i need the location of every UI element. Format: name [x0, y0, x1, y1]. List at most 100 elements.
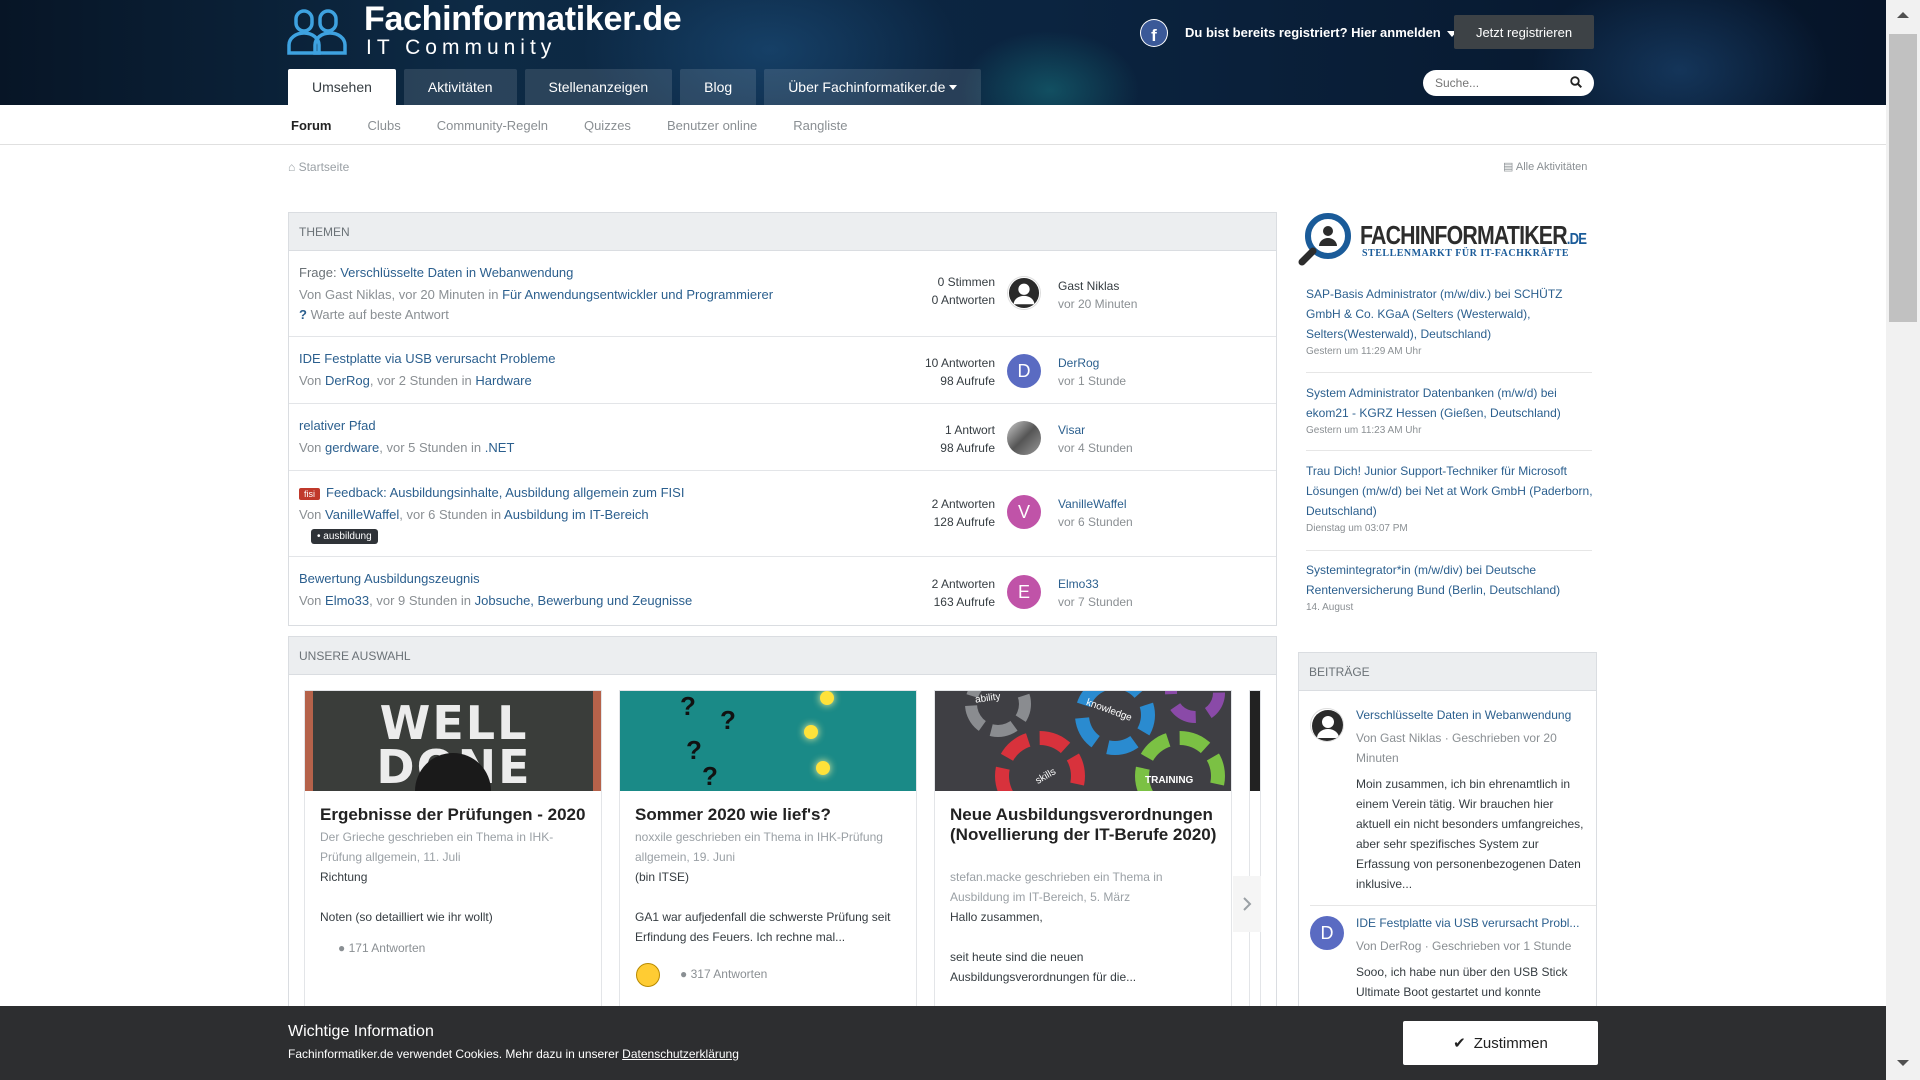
divider [1306, 550, 1592, 551]
topic-meta: Von gerdware, vor 5 Stunden in .NET [299, 440, 514, 455]
featured-card[interactable]: ability knowledge skills TRAINING Neue A… [934, 690, 1232, 1010]
logo-subtitle: IT Community [366, 36, 557, 59]
register-button[interactable]: Jetzt registrieren [1454, 15, 1594, 49]
search-icon[interactable] [1570, 76, 1582, 88]
avatar[interactable] [1007, 276, 1041, 310]
post-excerpt: Sooo, ich habe nun über den USB Stick Ul… [1356, 965, 1568, 999]
card-title[interactable]: Ergebnisse der Prüfungen - 2020 [320, 805, 590, 825]
topic-title[interactable]: Feedback: Ausbildungsinhalte, Ausbildung… [326, 485, 684, 500]
topic-byline: Von Gast Niklas, vor 20 Minuten in [299, 287, 499, 302]
topic-title[interactable]: IDE Festplatte via USB verursacht Proble… [299, 351, 556, 366]
topic-forum-link[interactable]: Für Anwendungsentwickler und Programmier… [502, 287, 773, 302]
job-title[interactable]: Trau Dich! Junior Support-Techniker für … [1306, 461, 1596, 521]
tab-blog[interactable]: Blog [680, 69, 757, 105]
topic-row: Frage: Verschlüsselte Daten in Webanwend… [289, 251, 1276, 337]
topics-heading: THEMEN [289, 213, 1276, 251]
breadcrumb[interactable]: ⌂ Startseite [288, 160, 349, 174]
accept-cookies-button[interactable]: ✔ Zustimmen [1403, 1021, 1598, 1065]
card-title[interactable]: Sommer 2020 wie lief's? [635, 805, 905, 825]
topic-when: , vor 5 Stunden in [379, 440, 482, 455]
topic-title[interactable]: relativer Pfad [299, 418, 376, 433]
topic-forum-link[interactable]: Hardware [475, 373, 531, 388]
page-scrollbar[interactable] [1886, 0, 1920, 1080]
card-excerpt: (bin ITSE) [635, 870, 690, 884]
last-poster[interactable]: Elmo33 [1058, 575, 1133, 593]
card-replies[interactable]: ● 171 Antworten [338, 941, 425, 955]
subnav-community-regeln[interactable]: Community-Regeln [437, 118, 548, 133]
avatar[interactable]: V [1007, 495, 1041, 529]
card-title[interactable]: Neue Ausbildungsverordnungen (Novellieru… [950, 805, 1220, 845]
avatar[interactable] [1007, 421, 1041, 455]
topic-author-link[interactable]: VanilleWaffel [325, 507, 399, 522]
question-icon: ? [680, 691, 696, 721]
job-board-logo: FACHINFORMATIKER.DE STELLENMARKT FÜR IT-… [1298, 212, 1596, 266]
job-board-ad[interactable]: FACHINFORMATIKER.DE STELLENMARKT FÜR IT-… [1298, 212, 1596, 266]
last-poster[interactable]: VanilleWaffel [1058, 495, 1133, 513]
facebook-icon[interactable]: f [1140, 19, 1168, 47]
home-icon: ⌂ [288, 160, 296, 174]
topic-author-link[interactable]: Elmo33 [325, 593, 369, 608]
job-listing[interactable]: Systemintegrator*in (m/w/div) bei Deutsc… [1306, 560, 1596, 613]
featured-card-peek[interactable] [1249, 690, 1261, 1010]
avatar[interactable]: D [1007, 354, 1041, 388]
scrollbar-thumb[interactable] [1889, 34, 1917, 322]
job-title[interactable]: SAP-Basis Administrator (m/w/div.) bei S… [1306, 284, 1596, 344]
tag-badge[interactable]: • ausbildung [311, 529, 378, 544]
all-activity-link[interactable]: ▤ Alle Aktivitäten [1503, 160, 1587, 173]
topic-author-link[interactable]: gerdware [325, 440, 379, 455]
topic-forum-link[interactable]: Jobsuche, Bewerbung und Zeugnisse [475, 593, 693, 608]
card-replies[interactable]: ● 317 Antworten [680, 967, 767, 981]
tab-umsehen[interactable]: Umsehen [288, 69, 396, 105]
subnav-rangliste[interactable]: Rangliste [793, 118, 847, 133]
tag-label: ausbildung [323, 531, 372, 542]
prefix-badge[interactable]: fisi [299, 487, 320, 500]
featured-card[interactable]: WELL DONE Ergebnisse der Prüfungen - 202… [304, 690, 602, 1010]
cookie-text: Fachinformatiker.de verwendet Cookies. M… [288, 1047, 739, 1061]
carousel-next-button[interactable] [1233, 876, 1261, 932]
post-item[interactable]: D IDE Festplatte via USB verursacht Prob… [1310, 916, 1600, 1016]
job-listing[interactable]: System Administrator Datenbanken (m/w/d)… [1306, 383, 1596, 436]
subnav-quizzes[interactable]: Quizzes [584, 118, 631, 133]
topic-author-link[interactable]: DerRog [325, 373, 370, 388]
avatar[interactable] [1310, 708, 1344, 742]
card-replies-label: 317 Antworten [690, 967, 768, 981]
topic-when: , vor 9 Stunden in [369, 593, 472, 608]
tab-aktivitaeten[interactable]: Aktivitäten [403, 69, 517, 105]
privacy-policy-link[interactable]: Datenschutzerklärung [622, 1047, 739, 1061]
tab-ueber[interactable]: Über Fachinformatiker.de [764, 69, 982, 105]
avatar[interactable]: E [1007, 575, 1041, 609]
job-listing[interactable]: Trau Dich! Junior Support-Techniker für … [1306, 461, 1596, 534]
subnav-benutzer-online[interactable]: Benutzer online [667, 118, 757, 133]
card-image: WELL DONE [305, 691, 601, 791]
job-title[interactable]: Systemintegrator*in (m/w/div) bei Deutsc… [1306, 560, 1596, 600]
post-title[interactable]: Verschlüsselte Daten in Webanwendung [1356, 708, 1596, 722]
posts-heading: BEITRÄGE [1299, 653, 1596, 691]
scroll-up-arrow-icon[interactable] [1897, 12, 1909, 18]
post-title[interactable]: IDE Festplatte via USB verursacht Probl.… [1356, 916, 1596, 930]
last-poster[interactable]: Visar [1058, 421, 1133, 439]
topic-stats: 10 Antworten 98 Aufrufe [925, 354, 995, 390]
job-listing[interactable]: SAP-Basis Administrator (m/w/div.) bei S… [1306, 284, 1596, 357]
job-title[interactable]: System Administrator Datenbanken (m/w/d)… [1306, 383, 1596, 423]
subnav-forum[interactable]: Forum [291, 118, 331, 133]
topic-forum-link[interactable]: .NET [485, 440, 515, 455]
chevron-right-icon [1243, 897, 1252, 911]
card-excerpt: seit heute sind die neuen Ausbildungsver… [950, 950, 1137, 984]
subnav-clubs[interactable]: Clubs [367, 118, 400, 133]
topic-forum-link[interactable]: Ausbildung im IT-Bereich [504, 507, 649, 522]
scroll-down-arrow-icon[interactable] [1897, 1060, 1909, 1066]
featured-card[interactable]: ? ? ? ? Sommer 2020 wie lief's? noxxile … [619, 690, 917, 1010]
cookie-message: Fachinformatiker.de verwendet Cookies. M… [288, 1047, 619, 1061]
topic-title[interactable]: Frage: Verschlüsselte Daten in Webanwend… [299, 265, 573, 280]
topic-byline: Von [299, 373, 322, 388]
last-poster[interactable]: DerRog [1058, 354, 1126, 372]
signin-link[interactable]: Du bist bereits registriert? Hier anmeld… [1185, 25, 1457, 40]
last-poster[interactable]: Gast Niklas [1058, 277, 1137, 295]
topic-votes: 0 Stimmen [937, 275, 995, 289]
avatar[interactable]: D [1310, 916, 1344, 950]
topic-title[interactable]: Bewertung Ausbildungszeugnis [299, 571, 480, 586]
post-item[interactable]: Verschlüsselte Daten in Webanwendung Von… [1310, 708, 1600, 908]
tab-stellenanzeigen[interactable]: Stellenanzeigen [524, 69, 673, 105]
search-input[interactable] [1435, 76, 1565, 90]
divider [1310, 905, 1596, 906]
